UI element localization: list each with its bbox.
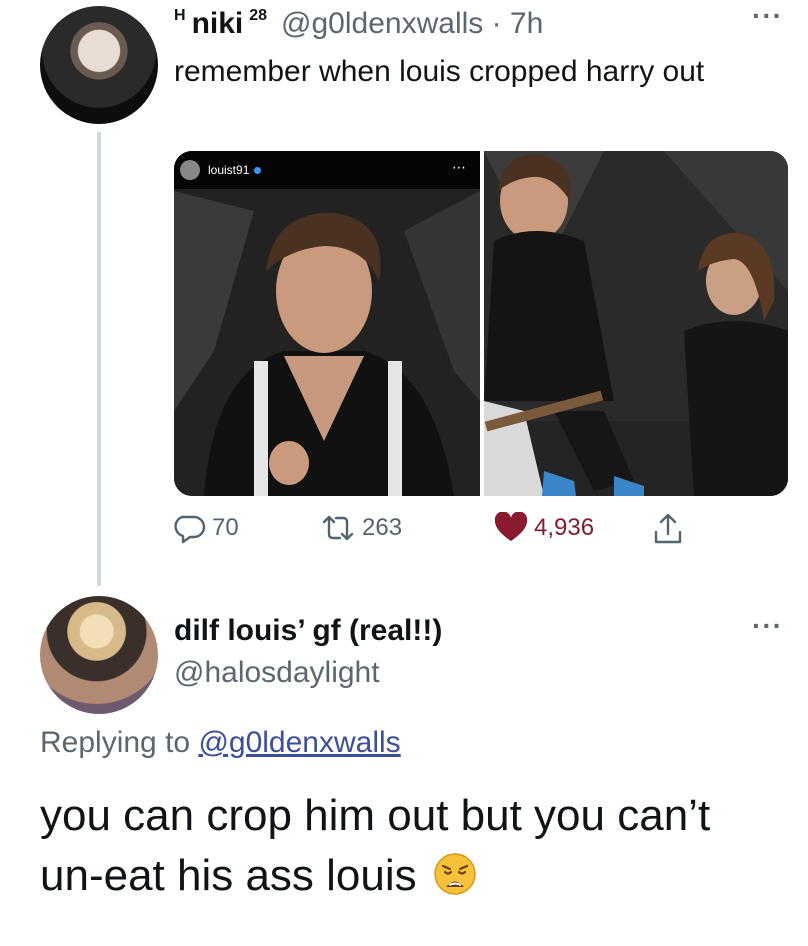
retweet-button[interactable]: 263 (320, 512, 402, 544)
reply-text-body: you can crop him out but you can’t un-ea… (40, 791, 711, 900)
like-button[interactable]: 4,936 (494, 512, 594, 544)
tweet-header: H niki 28 @g0ldenxwalls · 7h (174, 4, 543, 44)
tweet-text: remember when louis cropped harry out (174, 55, 705, 88)
media-image-right[interactable] (484, 151, 788, 496)
reply-avatar[interactable] (40, 596, 158, 714)
reply-button[interactable]: 70 (174, 512, 239, 544)
instagram-header: louist91 ⋯ (174, 151, 480, 189)
display-name[interactable]: niki (192, 7, 244, 41)
replying-label: Replying to (40, 726, 191, 759)
handle-and-time[interactable]: @g0ldenxwalls · 7h (281, 7, 543, 41)
share-button[interactable] (652, 512, 690, 546)
media-image-left[interactable]: louist91 ⋯ (174, 151, 480, 496)
name-suffix: 28 (249, 7, 268, 24)
ig-more-icon: ⋯ (452, 159, 466, 175)
photo-right-illustration (484, 151, 788, 496)
thread-line (97, 132, 101, 586)
avatar[interactable] (40, 6, 158, 124)
heart-icon (494, 512, 528, 541)
tweet-actions: 70 263 4,936 (174, 512, 694, 552)
like-count: 4,936 (534, 514, 595, 541)
reply-count: 70 (212, 514, 239, 541)
reply-handle[interactable]: @halosdaylight (174, 656, 380, 690)
verified-icon (254, 166, 262, 174)
ig-username: louist91 (208, 163, 250, 177)
reply-display-name[interactable]: dilf louis’ gf (real!!) (174, 614, 442, 648)
reply-more-options-icon[interactable]: ··· (752, 610, 783, 642)
name-prefix: H (174, 7, 186, 24)
ig-avatar (180, 160, 200, 180)
replying-handle-link[interactable]: @g0ldenxwalls (198, 726, 400, 759)
retweet-icon (322, 515, 354, 541)
photo-left-illustration (174, 151, 480, 496)
share-icon (654, 513, 682, 544)
retweet-count: 263 (362, 514, 403, 541)
tweet-media[interactable]: louist91 ⋯ (174, 151, 788, 496)
weary-face-emoji-icon (434, 853, 476, 895)
more-options-icon[interactable]: ··· (752, 0, 783, 32)
reply-icon (174, 515, 206, 544)
reply-text: you can crop him out but you can’t un-ea… (40, 786, 780, 906)
replying-to: Replying to @g0ldenxwalls (40, 726, 401, 760)
